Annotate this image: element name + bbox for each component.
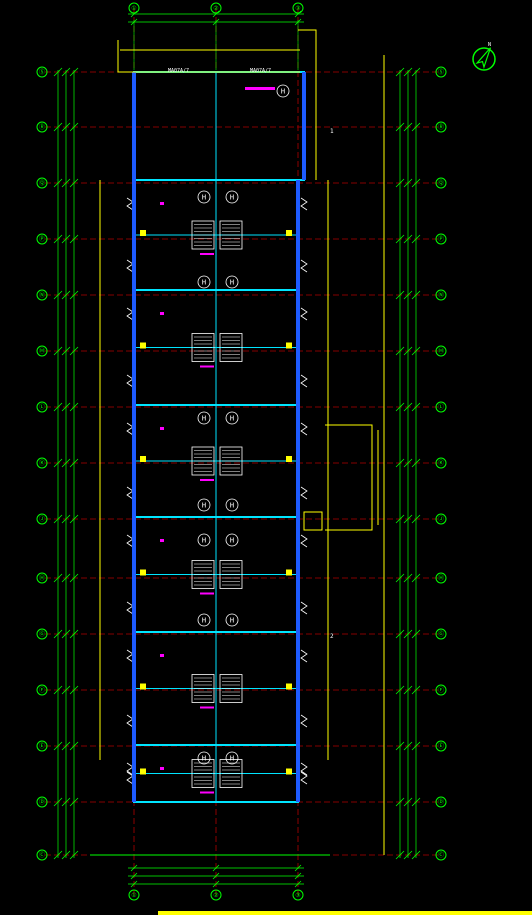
annotation-mark [160,654,164,657]
room-tag-label: H [281,88,285,96]
top-annotation [245,87,275,90]
annotation-mark [200,253,214,255]
column-axis-label: ③ [295,5,300,12]
row-axis-label: Ⓢ [39,68,45,76]
row-axis-label: Ⓕ [438,686,444,694]
room-tag-label: H [202,755,206,763]
row-axis-label: Ⓜ [39,347,45,355]
column-axis-label: ② [213,892,218,899]
room-tag-label: H [202,617,206,625]
row-axis-label: Ⓖ [39,630,45,638]
column-marker [140,342,146,349]
top-label-1: MA07A/7 [168,68,189,74]
north-label: N [488,42,491,48]
room-tag-label: H [202,502,206,510]
room-tag-label: H [202,537,206,545]
row-axis-label: Ⓛ [39,403,45,411]
room-tag-label: H [230,415,234,423]
section-mark-2: 2 [330,633,334,640]
row-axis-label: Ⓠ [438,179,444,187]
column-marker [286,569,292,576]
row-axis-label: Ⓟ [39,235,45,243]
top-label-2: MA07A/7 [250,68,271,74]
column-axis-label: ① [131,5,136,12]
room-tag-label: H [202,415,206,423]
row-axis-label: Ⓔ [438,742,444,750]
row-axis-label: Ⓖ [438,630,444,638]
annotation-mark [200,592,214,595]
row-axis-label: Ⓛ [438,403,444,411]
row-axis-label: Ⓠ [39,179,45,187]
annotation-mark [160,427,164,430]
row-axis-label: Ⓕ [39,686,45,694]
row-axis-label: Ⓓ [39,798,45,806]
room-tag-label: H [230,537,234,545]
row-axis-label: Ⓝ [39,291,45,299]
annotation-mark [200,791,214,794]
row-axis-label: Ⓗ [438,574,444,582]
row-axis-label: Ⓗ [39,574,45,582]
row-axis-label: Ⓡ [438,123,444,131]
annotation-mark [160,767,164,770]
row-axis-label: Ⓒ [39,851,45,859]
left-wall-fill [132,180,136,802]
room-tag-label: H [230,617,234,625]
row-axis-label: Ⓜ [438,347,444,355]
column-marker [286,230,292,236]
column-marker [286,768,292,775]
column-axis-label: ① [131,892,136,899]
room-tag-label: H [230,194,234,202]
room-tag-label: H [202,194,206,202]
row-axis-label: Ⓙ [438,515,444,523]
top-right-wall-fill [302,72,306,180]
annotation-mark [200,479,214,481]
room-tag-label: H [230,755,234,763]
annotation-mark [160,202,164,205]
annotation-mark [200,365,214,368]
row-axis-label: Ⓒ [438,851,444,859]
column-marker [140,768,146,775]
row-axis-label: Ⓔ [39,742,45,750]
drawing-background [0,0,532,915]
row-axis-label: Ⓡ [39,123,45,131]
annotation-mark [160,312,164,315]
room-tag-label: H [202,279,206,287]
right-wall-fill [296,180,300,802]
top-left-wall-fill [132,72,136,180]
row-axis-label: Ⓚ [39,459,45,467]
row-axis-label: Ⓢ [438,68,444,76]
bottom-bar [158,911,532,915]
annotation-mark [200,706,214,709]
column-axis-label: ③ [295,892,300,899]
column-marker [286,683,292,690]
column-marker [140,230,146,236]
column-marker [140,456,146,462]
column-marker [140,683,146,690]
column-axis-label: ② [213,5,218,12]
column-marker [140,569,146,576]
section-mark-1: 1 [330,128,334,135]
row-axis-label: Ⓓ [438,798,444,806]
row-axis-label: Ⓚ [438,459,444,467]
column-marker [286,456,292,462]
annotation-mark [160,539,164,542]
column-marker [286,342,292,349]
floor-plan-drawing: H H H H H H H H H H H H H H H ① ① ② ② ③ ③ Ⓢ Ⓢ Ⓡ Ⓡ Ⓠ Ⓠ Ⓟ Ⓟ Ⓝ Ⓝ Ⓜ Ⓜ Ⓛ Ⓛ Ⓚ Ⓚ Ⓙ Ⓙ… [0,0,532,915]
room-tag-label: H [230,502,234,510]
row-axis-label: Ⓝ [438,291,444,299]
row-axis-label: Ⓙ [39,515,45,523]
row-axis-label: Ⓟ [438,235,444,243]
room-tag-label: H [230,279,234,287]
